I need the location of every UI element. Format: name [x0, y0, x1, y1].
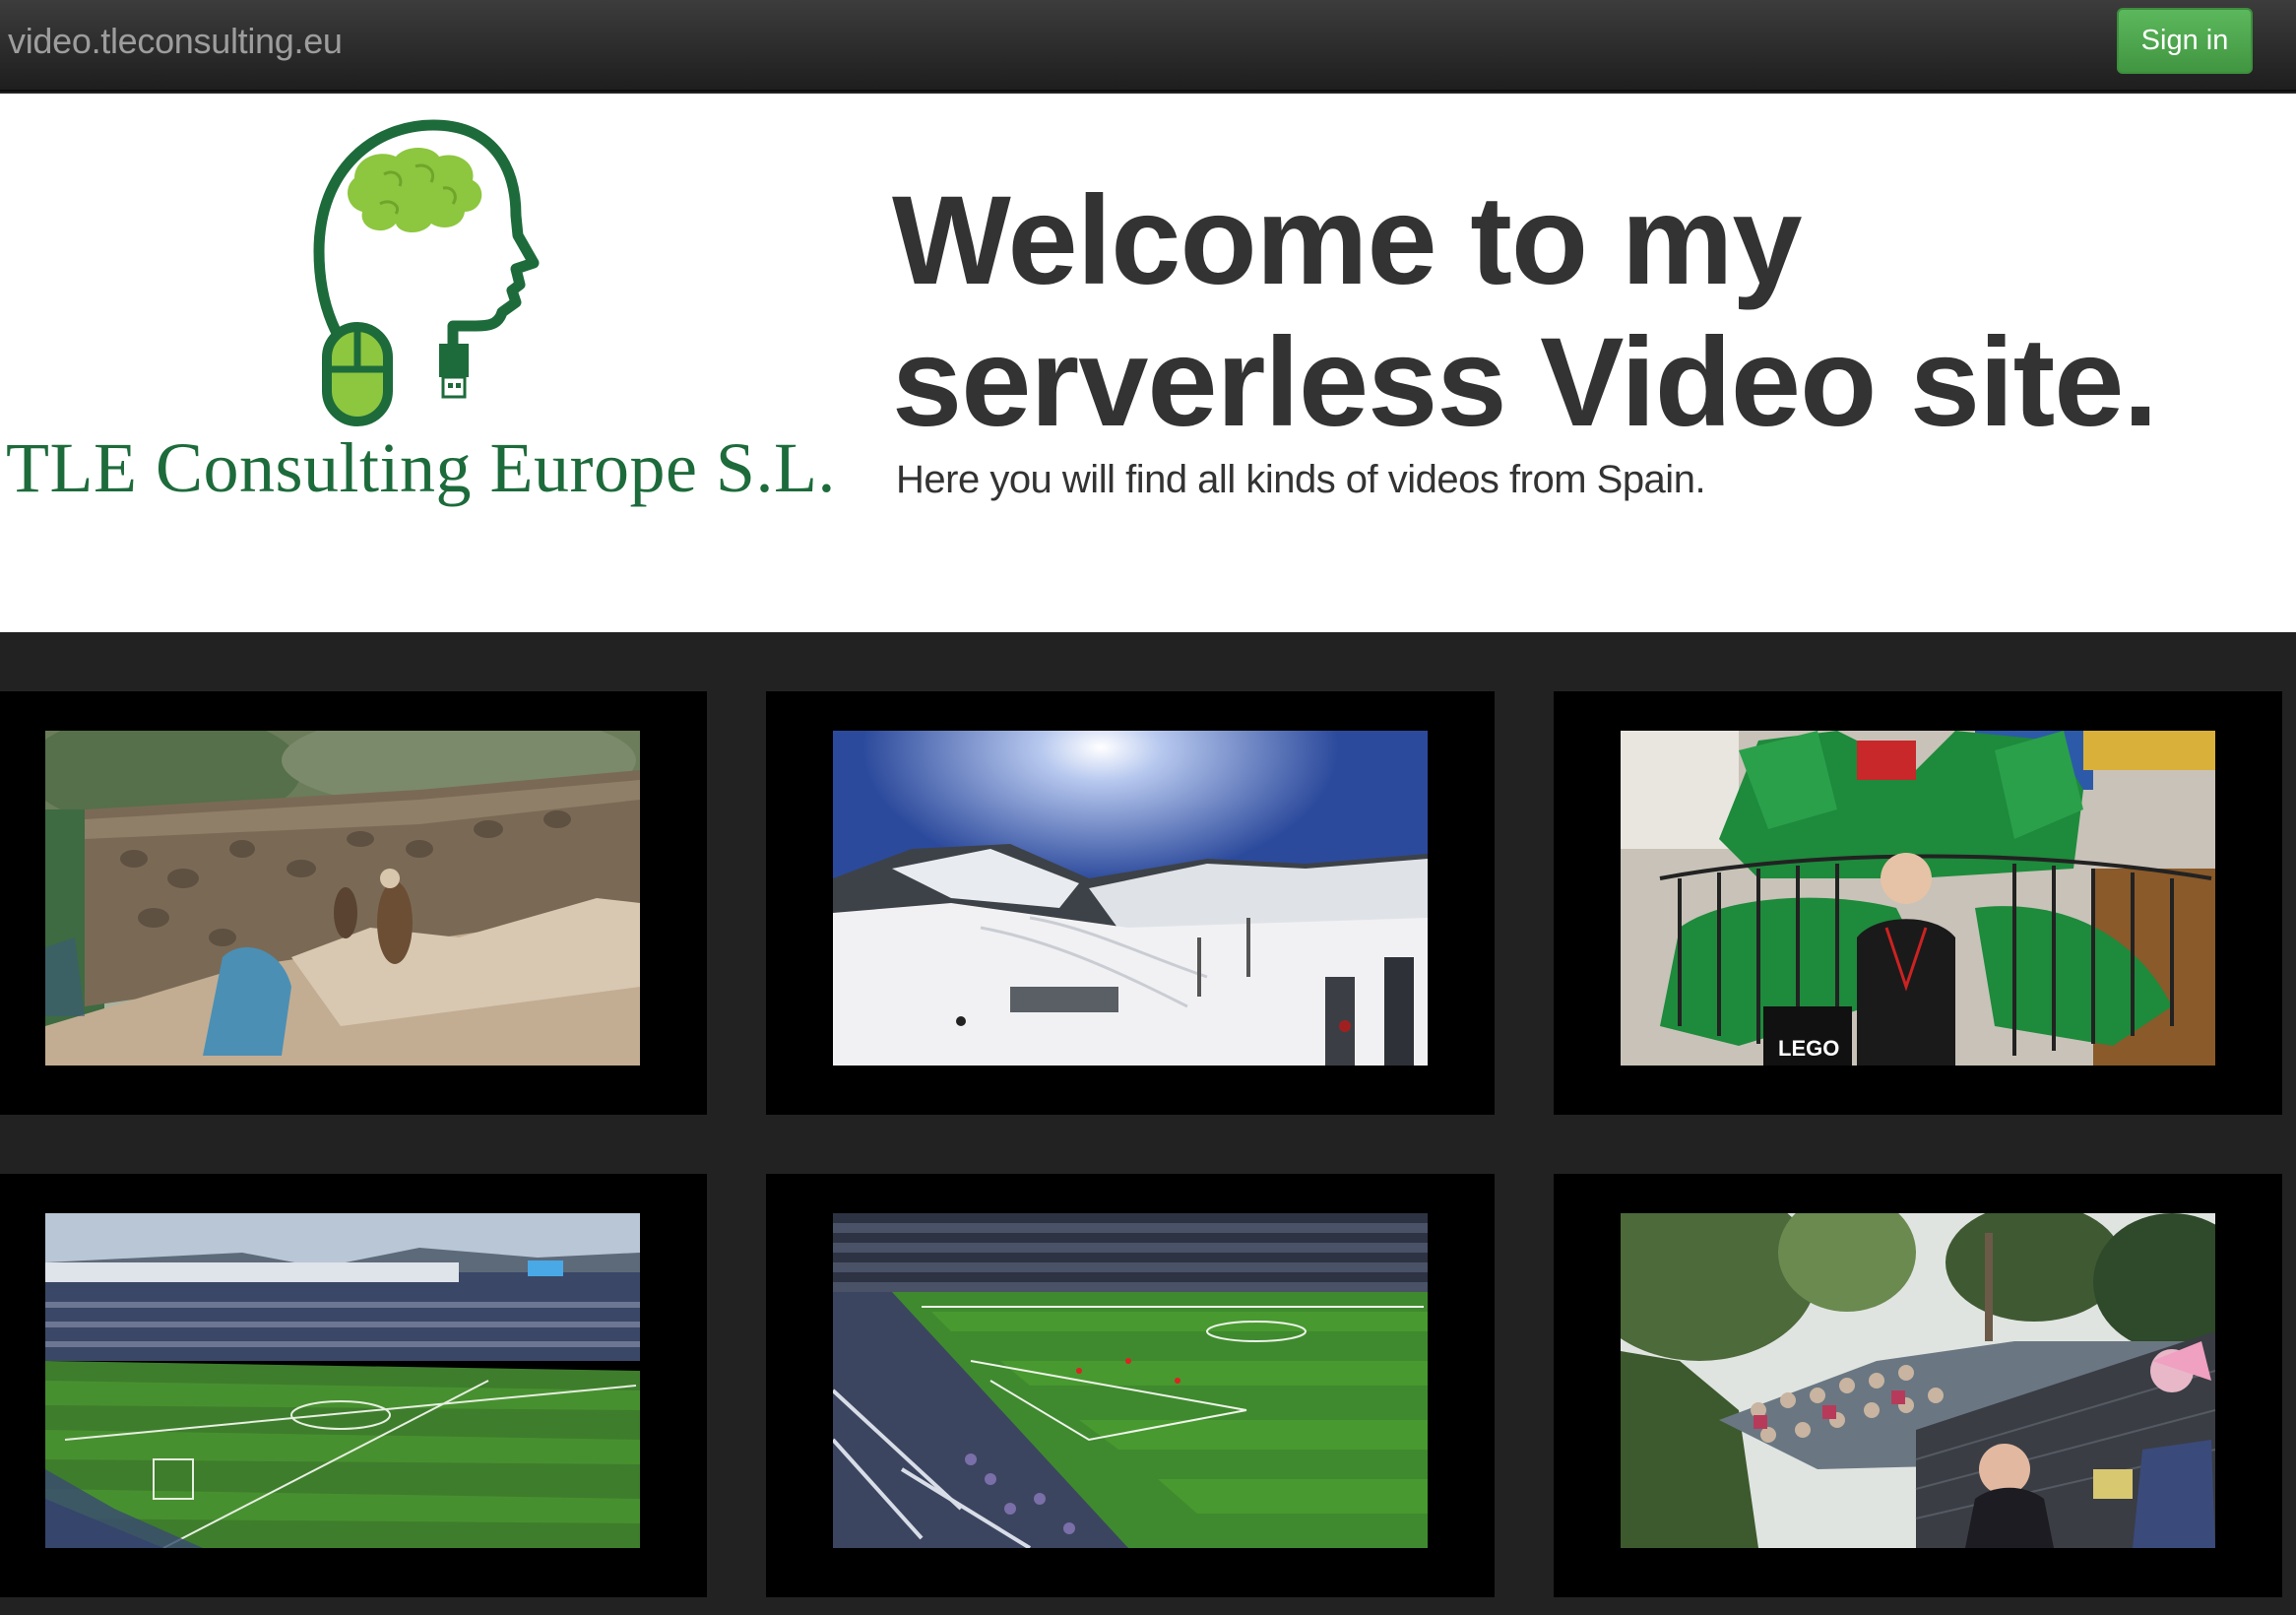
head-brain-mouse-logo-icon: [313, 119, 540, 426]
video-thumbnail-ski-slopes[interactable]: [833, 731, 1428, 1066]
video-thumbnail-bird-show[interactable]: [1621, 1213, 2215, 1548]
page-title-line-2: serverless Video site.: [892, 312, 2158, 453]
top-navbar: video.tleconsulting.eu Sign in: [0, 0, 2296, 92]
video-thumbnail-lego-dragon[interactable]: LEGO: [1621, 731, 2215, 1066]
page-title-line-1: Welcome to my: [892, 170, 1803, 311]
svg-text:LEGO: LEGO: [1778, 1036, 1839, 1061]
page-title: Welcome to my serverless Video site.: [892, 170, 2251, 454]
hero-jumbotron: TLE Consulting Europe S.L. Welcome to my…: [0, 94, 2296, 632]
video-card[interactable]: LEGO: [1554, 691, 2282, 1115]
video-thumbnail-stadium-night[interactable]: [833, 1213, 1428, 1548]
page-subtitle: Here you will find all kinds of videos f…: [896, 458, 1706, 501]
company-name-logo-text: TLE Consulting Europe S.L.: [6, 428, 836, 507]
video-thumbnail-vultures[interactable]: [45, 731, 640, 1066]
video-card[interactable]: [1554, 1174, 2282, 1597]
sign-in-button[interactable]: Sign in: [2117, 8, 2253, 74]
video-card[interactable]: [0, 691, 707, 1115]
video-grid: LEGO: [0, 632, 2296, 1615]
video-card[interactable]: [766, 1174, 1495, 1597]
video-card[interactable]: [0, 1174, 707, 1597]
site-brand-link[interactable]: video.tleconsulting.eu: [8, 18, 343, 65]
video-card[interactable]: [766, 691, 1495, 1115]
video-thumbnail-stadium-day[interactable]: [45, 1213, 640, 1548]
